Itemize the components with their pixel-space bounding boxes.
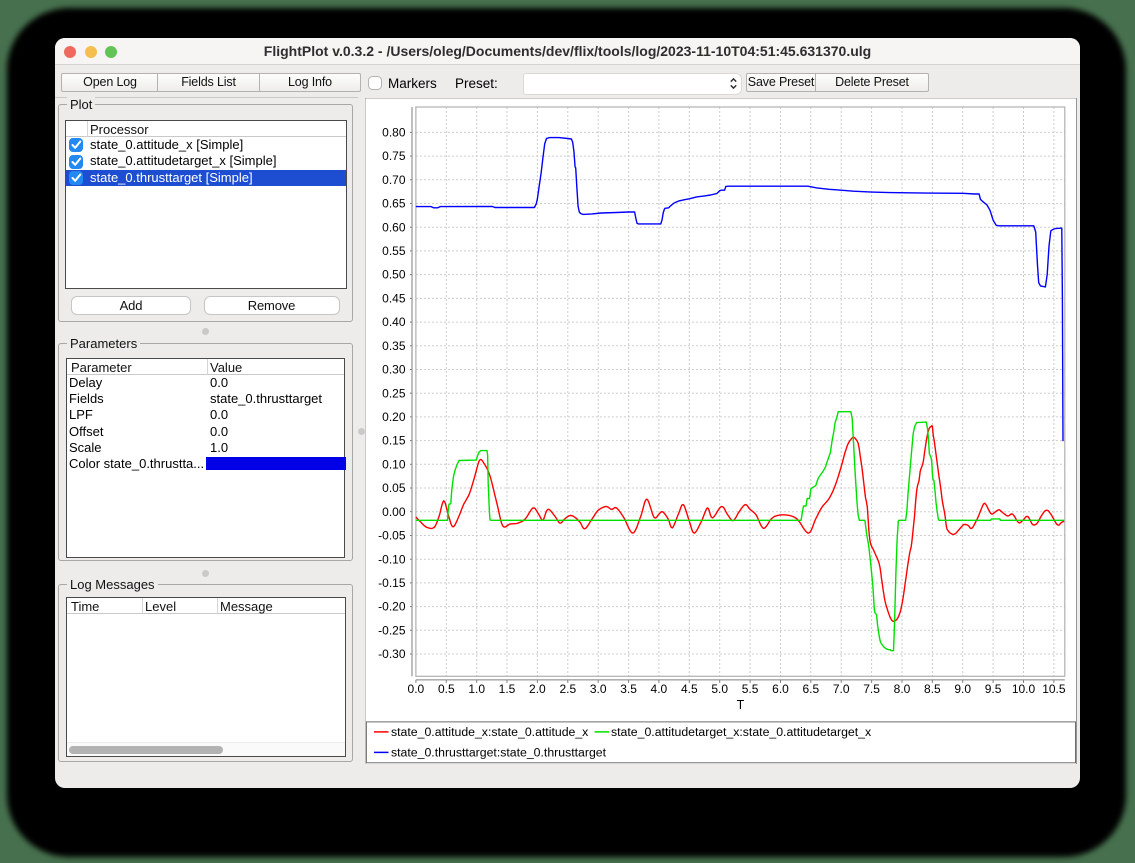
- svg-text:0.50: 0.50: [382, 267, 406, 281]
- svg-text:0.70: 0.70: [382, 172, 406, 186]
- svg-text:state_0.attitude_x:state_0.att: state_0.attitude_x:state_0.attitude_x: [391, 724, 589, 738]
- svg-text:7.0: 7.0: [833, 681, 850, 695]
- svg-text:0.15: 0.15: [382, 433, 406, 447]
- svg-text:0.30: 0.30: [382, 362, 406, 376]
- svg-text:0.75: 0.75: [382, 149, 406, 163]
- svg-text:-0.15: -0.15: [378, 576, 406, 590]
- svg-text:state_0.attitudetarget_x:state: state_0.attitudetarget_x:state_0.attitud…: [611, 724, 872, 738]
- svg-text:0.80: 0.80: [382, 125, 406, 139]
- svg-text:3.0: 3.0: [590, 681, 607, 695]
- svg-text:2.5: 2.5: [559, 681, 576, 695]
- svg-text:0.00: 0.00: [382, 504, 406, 518]
- svg-text:6.0: 6.0: [772, 681, 789, 695]
- svg-text:0.0: 0.0: [408, 681, 425, 695]
- svg-text:9.0: 9.0: [954, 681, 971, 695]
- svg-text:6.5: 6.5: [802, 681, 819, 695]
- svg-text:0.25: 0.25: [382, 386, 406, 400]
- svg-text:0.10: 0.10: [382, 457, 406, 471]
- svg-text:9.5: 9.5: [985, 681, 1002, 695]
- svg-text:state_0.thrusttarget:state_0.t: state_0.thrusttarget:state_0.thrusttarge…: [391, 745, 607, 759]
- svg-text:-0.10: -0.10: [378, 552, 406, 566]
- svg-text:0.60: 0.60: [382, 220, 406, 234]
- svg-text:5.5: 5.5: [742, 681, 759, 695]
- svg-text:T: T: [737, 697, 745, 711]
- svg-text:0.45: 0.45: [382, 291, 406, 305]
- svg-text:-0.25: -0.25: [378, 623, 406, 637]
- svg-text:-0.30: -0.30: [378, 647, 406, 661]
- svg-text:0.5: 0.5: [438, 681, 455, 695]
- svg-text:7.5: 7.5: [863, 681, 880, 695]
- svg-text:0.40: 0.40: [382, 315, 406, 329]
- svg-text:0.55: 0.55: [382, 244, 406, 258]
- svg-text:8.5: 8.5: [924, 681, 941, 695]
- svg-text:3.5: 3.5: [620, 681, 637, 695]
- svg-text:-0.05: -0.05: [378, 528, 406, 542]
- svg-text:10.0: 10.0: [1012, 681, 1036, 695]
- svg-text:8.0: 8.0: [894, 681, 911, 695]
- svg-text:0.05: 0.05: [382, 481, 406, 495]
- svg-text:0.20: 0.20: [382, 410, 406, 424]
- svg-text:1.5: 1.5: [499, 681, 516, 695]
- svg-text:4.0: 4.0: [651, 681, 668, 695]
- svg-text:-0.20: -0.20: [378, 599, 406, 613]
- svg-text:5.0: 5.0: [711, 681, 728, 695]
- svg-text:0.65: 0.65: [382, 196, 406, 210]
- svg-text:4.5: 4.5: [681, 681, 698, 695]
- svg-text:2.0: 2.0: [529, 681, 546, 695]
- svg-text:0.35: 0.35: [382, 338, 406, 352]
- svg-text:1.0: 1.0: [468, 681, 485, 695]
- svg-text:10.5: 10.5: [1042, 681, 1066, 695]
